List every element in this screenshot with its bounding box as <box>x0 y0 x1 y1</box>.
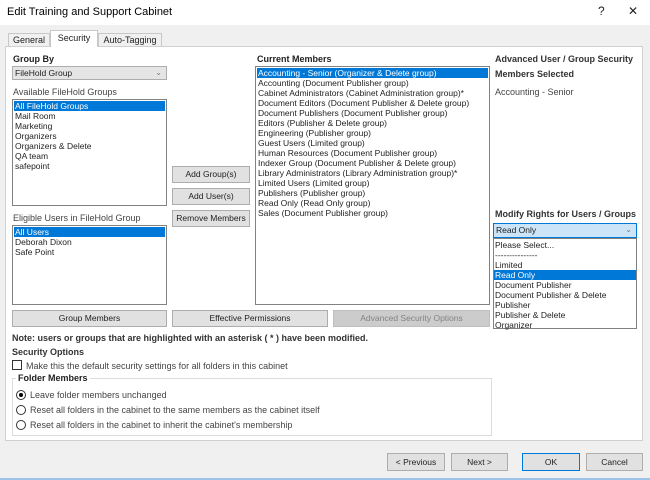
previous-button[interactable]: < Previous <box>387 453 445 471</box>
tab-general[interactable]: General <box>8 33 50 47</box>
list-item[interactable]: Deborah Dixon <box>14 237 165 247</box>
radio-reset-inherit[interactable] <box>16 420 26 430</box>
list-item[interactable]: Document Editors (Document Publisher & D… <box>257 98 488 108</box>
list-item[interactable]: Sales (Document Publisher group) <box>257 208 488 218</box>
remove-members-button[interactable]: Remove Members <box>172 210 250 227</box>
available-groups-list[interactable]: All FileHold Groups Mail Room Marketing … <box>12 99 167 206</box>
list-item[interactable]: Accounting (Document Publisher group) <box>257 78 488 88</box>
group-members-button[interactable]: Group Members <box>12 310 167 327</box>
radio-reset-same-members[interactable] <box>16 405 26 415</box>
list-item[interactable]: All FileHold Groups <box>14 101 165 111</box>
advanced-security-options-button[interactable]: Advanced Security Options <box>333 310 490 327</box>
modify-rights-select[interactable]: Read Only ⌄ <box>493 223 637 238</box>
list-item[interactable]: QA team <box>14 151 165 161</box>
window-title: Edit Training and Support Cabinet <box>7 6 173 18</box>
list-item[interactable]: Human Resources (Document Publisher grou… <box>257 148 488 158</box>
list-item[interactable]: Organizers & Delete <box>14 141 165 151</box>
default-security-checkbox[interactable] <box>12 360 22 370</box>
next-button[interactable]: Next > <box>451 453 508 471</box>
radio-label: Reset all folders in the cabinet to the … <box>30 405 320 415</box>
add-groups-button[interactable]: Add Group(s) <box>172 166 250 183</box>
radio-leave-unchanged[interactable] <box>16 390 26 400</box>
list-item[interactable]: Mail Room <box>14 111 165 121</box>
radio-label: Reset all folders in the cabinet to inhe… <box>30 420 293 430</box>
dropdown-option[interactable]: Organizer <box>494 320 636 330</box>
members-selected-label: Members Selected <box>495 69 575 79</box>
dropdown-option[interactable]: --------------- <box>494 250 636 260</box>
dropdown-option[interactable]: Read Only <box>494 270 636 280</box>
ok-button[interactable]: OK <box>522 453 580 471</box>
available-groups-label: Available FileHold Groups <box>13 87 117 97</box>
list-item[interactable]: Read Only (Read Only group) <box>257 198 488 208</box>
chevron-down-icon: ⌄ <box>155 68 162 77</box>
modify-rights-label: Modify Rights for Users / Groups <box>495 209 637 219</box>
dropdown-option[interactable]: Limited <box>494 260 636 270</box>
default-security-label: Make this the default security settings … <box>26 361 288 371</box>
dropdown-option[interactable]: Publisher & Delete <box>494 310 636 320</box>
list-item[interactable]: Marketing <box>14 121 165 131</box>
modify-rights-dropdown[interactable]: Please Select... --------------- Limited Re… <box>493 238 637 330</box>
tab-auto-tagging[interactable]: Auto-Tagging <box>98 33 162 47</box>
list-item[interactable]: Safe Point <box>14 247 165 257</box>
modify-rights-value: Read Only <box>496 225 537 235</box>
tab-security[interactable]: Security <box>50 30 98 47</box>
radio-label: Leave folder members unchanged <box>30 390 167 400</box>
effective-permissions-button[interactable]: Effective Permissions <box>172 310 328 327</box>
eligible-users-label: Eligible Users in FileHold Group <box>13 213 141 223</box>
group-by-value: FileHold Group <box>15 68 73 78</box>
dropdown-option[interactable]: Document Publisher & Delete <box>494 290 636 300</box>
dropdown-option[interactable]: Publisher <box>494 300 636 310</box>
advanced-security-title: Advanced User / Group Security <box>495 54 634 64</box>
members-selected-value: Accounting - Senior <box>495 87 574 97</box>
list-item[interactable]: Document Publishers (Document Publisher … <box>257 108 488 118</box>
current-members-list[interactable]: Accounting - Senior (Organizer & Delete … <box>255 66 490 305</box>
group-by-label: Group By <box>13 54 55 64</box>
cancel-button[interactable]: Cancel <box>586 453 643 471</box>
chevron-down-icon: ⌄ <box>625 225 632 234</box>
help-button[interactable]: ? <box>598 4 605 18</box>
group-by-select[interactable]: FileHold Group ⌄ <box>12 66 167 80</box>
list-item[interactable]: All Users <box>14 227 165 237</box>
folder-members-label: Folder Members <box>16 373 90 383</box>
list-item[interactable]: Library Administrators (Library Administ… <box>257 168 488 178</box>
current-members-label: Current Members <box>257 54 332 64</box>
list-item[interactable]: Cabinet Administrators (Cabinet Administ… <box>257 88 488 98</box>
dropdown-option[interactable]: Please Select... <box>494 240 636 250</box>
security-options-label: Security Options <box>12 347 85 357</box>
close-icon[interactable]: ✕ <box>628 4 638 18</box>
list-item[interactable]: Editors (Publisher & Delete group) <box>257 118 488 128</box>
eligible-users-list[interactable]: All Users Deborah Dixon Safe Point <box>12 225 167 305</box>
list-item[interactable]: Publishers (Publisher group) <box>257 188 488 198</box>
list-item[interactable]: Organizers <box>14 131 165 141</box>
list-item[interactable]: Guest Users (Limited group) <box>257 138 488 148</box>
list-item[interactable]: safepoint <box>14 161 165 171</box>
list-item[interactable]: Limited Users (Limited group) <box>257 178 488 188</box>
list-item[interactable]: Indexer Group (Document Publisher & Dele… <box>257 158 488 168</box>
add-users-button[interactable]: Add User(s) <box>172 188 250 205</box>
dropdown-option[interactable]: Document Publisher <box>494 280 636 290</box>
list-item[interactable]: Engineering (Publisher group) <box>257 128 488 138</box>
list-item[interactable]: Accounting - Senior (Organizer & Delete … <box>257 68 488 78</box>
asterisk-note: Note: users or groups that are highlight… <box>12 333 369 343</box>
